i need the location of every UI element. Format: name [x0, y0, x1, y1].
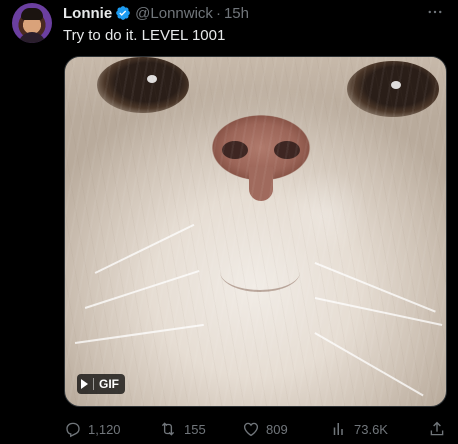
- cat-fur-texture: [65, 57, 446, 406]
- tweet-timestamp[interactable]: 15h: [224, 5, 249, 22]
- more-icon[interactable]: [424, 2, 446, 22]
- retweet-icon: [158, 420, 178, 438]
- tweet-actions: 1,120 155 809 73.6K: [62, 420, 448, 440]
- tweet-text: Try to do it. LEVEL 1001: [63, 27, 226, 44]
- like-icon: [242, 420, 260, 438]
- views-count: 73.6K: [354, 421, 388, 437]
- like-count: 809: [266, 421, 288, 437]
- views-button[interactable]: 73.6K: [330, 420, 388, 438]
- share-icon: [428, 420, 446, 438]
- verified-badge-icon: [115, 5, 131, 21]
- gif-badge[interactable]: GIF: [77, 374, 125, 394]
- gif-label: GIF: [99, 377, 119, 391]
- retweet-count: 155: [184, 421, 206, 437]
- author-name[interactable]: Lonnie: [63, 5, 112, 22]
- like-button[interactable]: 809: [242, 420, 288, 438]
- retweet-button[interactable]: 155: [158, 420, 206, 438]
- author-handle[interactable]: @Lonnwick: [135, 5, 213, 22]
- tweet-header: Lonnie @Lonnwick · 15h: [63, 4, 249, 22]
- tweet[interactable]: Lonnie @Lonnwick · 15h Try to do it. LEV…: [0, 0, 458, 444]
- reply-button[interactable]: 1,120: [64, 420, 121, 438]
- share-button[interactable]: [428, 420, 446, 438]
- gif-badge-divider: [93, 378, 94, 390]
- reply-icon: [64, 420, 82, 438]
- avatar[interactable]: [12, 3, 52, 43]
- views-icon: [330, 420, 348, 438]
- reply-count: 1,120: [88, 421, 121, 437]
- tweet-media-gif[interactable]: GIF: [64, 56, 447, 407]
- header-separator: ·: [215, 4, 221, 22]
- play-icon: [81, 379, 88, 389]
